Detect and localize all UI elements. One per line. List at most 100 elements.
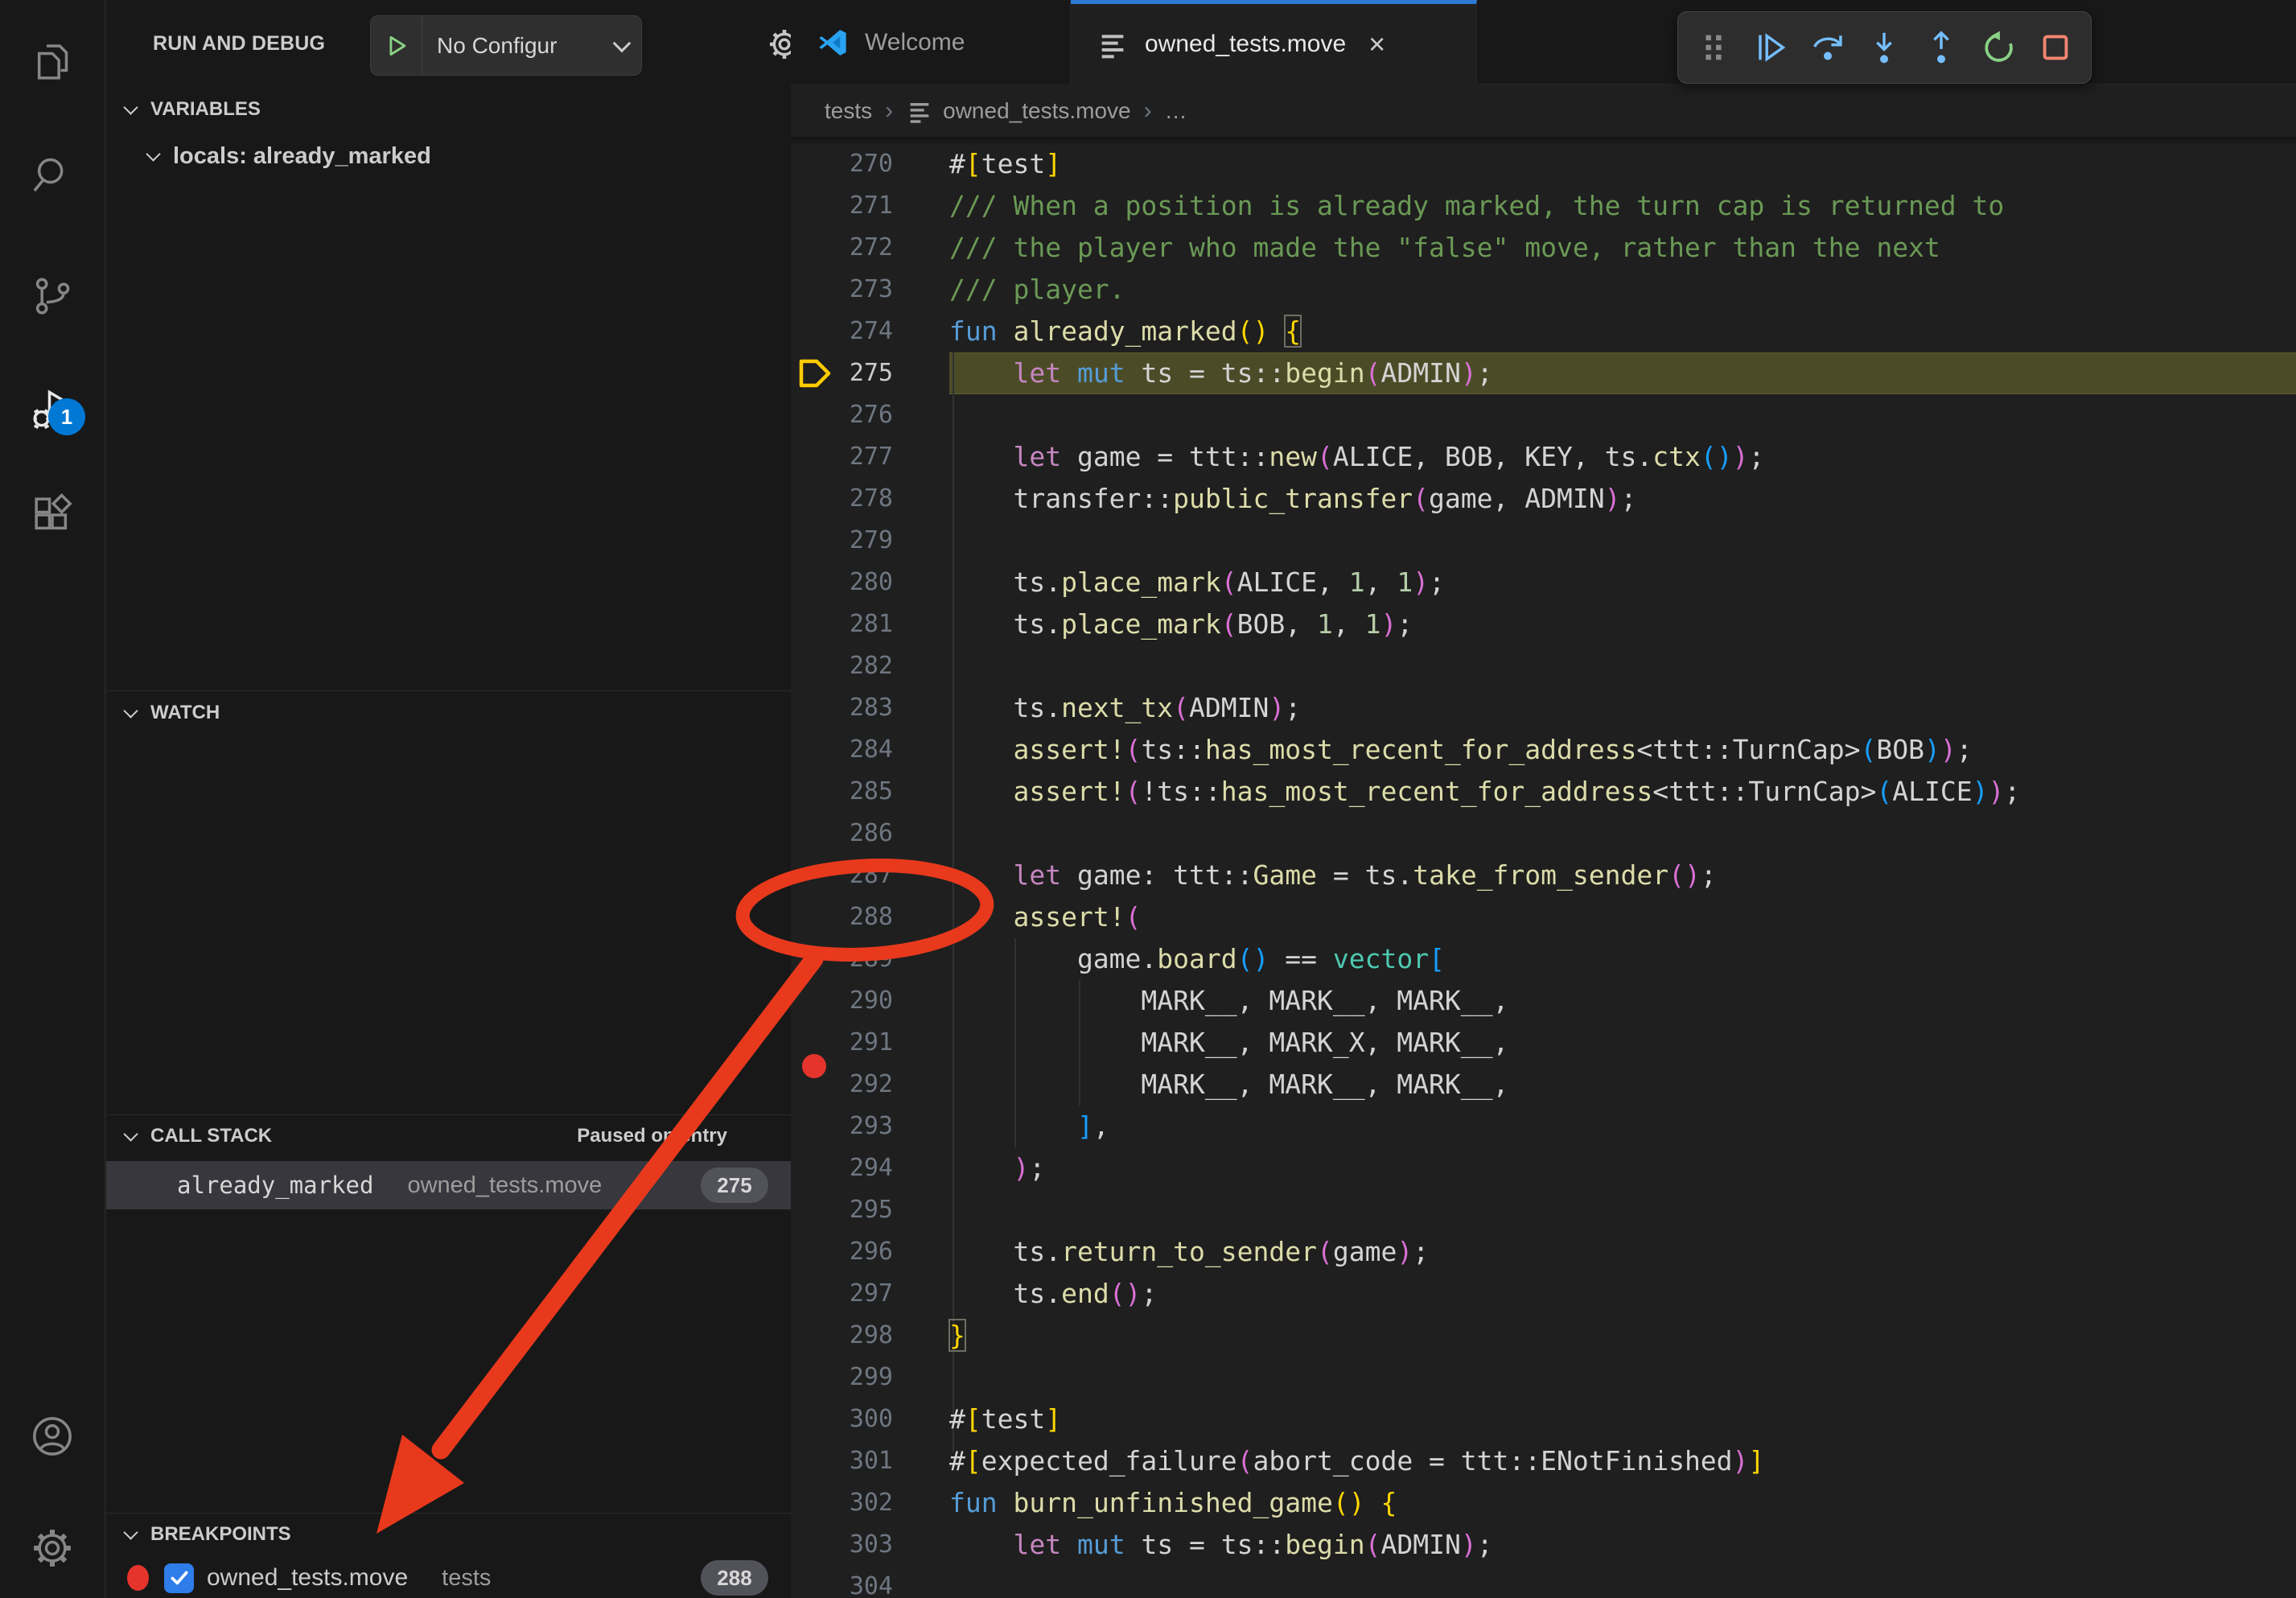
line-number[interactable]: 278 [791, 478, 893, 520]
line-number[interactable]: 276 [791, 394, 893, 436]
breakpoint-checkbox[interactable] [164, 1563, 194, 1593]
search-icon[interactable] [30, 151, 75, 196]
code-line[interactable]: assert!(ts::has_most_recent_for_address<… [949, 729, 2020, 771]
line-number[interactable]: 282 [791, 645, 893, 687]
code-line[interactable]: MARK__, MARK__, MARK__, [949, 980, 2020, 1022]
step-out-button[interactable] [1920, 27, 1962, 68]
code-line[interactable]: let game = ttt::new(ALICE, BOB, KEY, ts.… [949, 436, 2020, 478]
line-number[interactable]: 280 [791, 562, 893, 603]
launch-config-dropdown[interactable]: No Configur [370, 15, 642, 76]
section-variables[interactable]: VARIABLES [125, 98, 261, 121]
code-line[interactable]: ], [949, 1106, 2020, 1147]
code-line[interactable] [949, 394, 2020, 436]
code-line[interactable]: game.board() == vector[ [949, 938, 2020, 980]
line-number[interactable]: 294 [791, 1147, 893, 1189]
section-watch[interactable]: WATCH [125, 702, 220, 724]
line-number[interactable]: 290 [791, 980, 893, 1022]
code-line[interactable]: /// the player who made the "false" move… [949, 227, 2020, 269]
code-line[interactable] [949, 1357, 2020, 1398]
line-number[interactable]: 287 [791, 855, 893, 896]
line-number[interactable]: 301 [791, 1440, 893, 1482]
frame-line-badge: 275 [701, 1168, 768, 1203]
code-line[interactable]: /// When a position is already marked, t… [949, 185, 2020, 227]
line-number[interactable]: 289 [791, 938, 893, 980]
extensions-icon[interactable] [30, 492, 75, 537]
code-line[interactable]: } [949, 1315, 2020, 1357]
line-number[interactable]: 296 [791, 1231, 893, 1273]
line-number[interactable]: 270 [791, 143, 893, 185]
code-line[interactable] [949, 520, 2020, 562]
line-number[interactable]: 298 [791, 1315, 893, 1357]
settings-gear-icon[interactable] [30, 1526, 75, 1571]
code-line[interactable]: MARK__, MARK_X, MARK__, [949, 1022, 2020, 1064]
stop-button[interactable] [2035, 27, 2076, 68]
source-control-icon[interactable] [30, 274, 75, 319]
step-over-button[interactable] [1807, 27, 1849, 68]
line-number[interactable]: 271 [791, 185, 893, 227]
breadcrumb-item[interactable]: tests [825, 98, 872, 124]
call-stack-frame-row[interactable]: already_marked owned_tests.move 275 [106, 1161, 791, 1209]
restart-button[interactable] [1977, 27, 2019, 68]
code-line[interactable]: #[test] [949, 143, 2020, 185]
code-line[interactable]: fun already_marked() { [949, 311, 2020, 352]
code-line[interactable] [949, 645, 2020, 687]
line-number[interactable]: 300 [791, 1398, 893, 1440]
line-number[interactable]: 285 [791, 771, 893, 813]
code-line[interactable]: ts.end(); [949, 1273, 2020, 1315]
code-line[interactable] [949, 813, 2020, 855]
code-line[interactable]: #[test] [949, 1398, 2020, 1440]
close-icon[interactable]: × [1368, 30, 1385, 59]
line-number[interactable]: 277 [791, 436, 893, 478]
line-number[interactable]: 273 [791, 269, 893, 311]
tab-owned-tests-move[interactable]: owned_tests.move × [1071, 0, 1477, 84]
account-icon[interactable] [30, 1414, 75, 1459]
line-number[interactable]: 302 [791, 1482, 893, 1524]
line-number[interactable]: 293 [791, 1106, 893, 1147]
line-number[interactable]: 303 [791, 1524, 893, 1566]
line-number[interactable]: 284 [791, 729, 893, 771]
breadcrumb-item[interactable]: owned_tests.move [943, 98, 1130, 124]
breadcrumb-item[interactable]: … [1165, 98, 1187, 124]
line-number[interactable]: 299 [791, 1357, 893, 1398]
line-number[interactable]: 288 [791, 896, 893, 938]
explorer-icon[interactable] [30, 39, 75, 84]
continue-button[interactable] [1750, 27, 1792, 68]
line-number[interactable]: 283 [791, 687, 893, 729]
code-line[interactable]: fun burn_unfinished_game() { [949, 1482, 2020, 1524]
line-number[interactable]: 295 [791, 1189, 893, 1231]
line-number[interactable]: 297 [791, 1273, 893, 1315]
code-line[interactable]: ts.return_to_sender(game); [949, 1231, 2020, 1273]
code-line[interactable] [949, 1566, 2020, 1598]
code-line[interactable]: let mut ts = ts::begin(ADMIN); [949, 352, 2020, 394]
code-line[interactable]: ); [949, 1147, 2020, 1189]
code-line[interactable]: ts.place_mark(BOB, 1, 1); [949, 603, 2020, 645]
line-number[interactable]: 304 [791, 1566, 893, 1598]
variables-scope-locals[interactable]: locals: already_marked [148, 143, 431, 170]
code-line[interactable]: ts.place_mark(ALICE, 1, 1); [949, 562, 2020, 603]
code-line[interactable]: let mut ts = ts::begin(ADMIN); [949, 1524, 2020, 1566]
step-into-button[interactable] [1863, 27, 1905, 68]
code-line[interactable]: MARK__, MARK__, MARK__, [949, 1064, 2020, 1106]
line-number[interactable]: 281 [791, 603, 893, 645]
line-number[interactable]: 286 [791, 813, 893, 855]
breakpoint-row[interactable]: owned_tests.move tests 288 [106, 1558, 791, 1598]
code-content[interactable]: #[test]/// When a position is already ma… [949, 143, 2020, 1598]
line-number[interactable]: 279 [791, 520, 893, 562]
line-number[interactable]: 274 [791, 311, 893, 352]
code-line[interactable]: /// player. [949, 269, 2020, 311]
code-line[interactable]: ts.next_tx(ADMIN); [949, 687, 2020, 729]
breakpoint-glyph-icon[interactable] [802, 1054, 826, 1078]
section-call-stack[interactable]: CALL STACK Paused on entry [125, 1125, 753, 1147]
tab-welcome[interactable]: Welcome [791, 0, 1071, 84]
line-number[interactable]: 272 [791, 227, 893, 269]
frame-function: already_marked [177, 1172, 373, 1199]
code-line[interactable]: #[expected_failure(abort_code = ttt::ENo… [949, 1440, 2020, 1482]
code-line[interactable]: transfer::public_transfer(game, ADMIN); [949, 478, 2020, 520]
code-line[interactable]: let game: ttt::Game = ts.take_from_sende… [949, 855, 2020, 896]
code-line[interactable]: assert!( [949, 896, 2020, 938]
code-line[interactable] [949, 1189, 2020, 1231]
start-debug-icon[interactable] [371, 16, 422, 75]
code-line[interactable]: assert!(!ts::has_most_recent_for_address… [949, 771, 2020, 813]
section-breakpoints[interactable]: BREAKPOINTS [125, 1523, 291, 1546]
toolbar-drag-grip[interactable] [1693, 27, 1734, 68]
